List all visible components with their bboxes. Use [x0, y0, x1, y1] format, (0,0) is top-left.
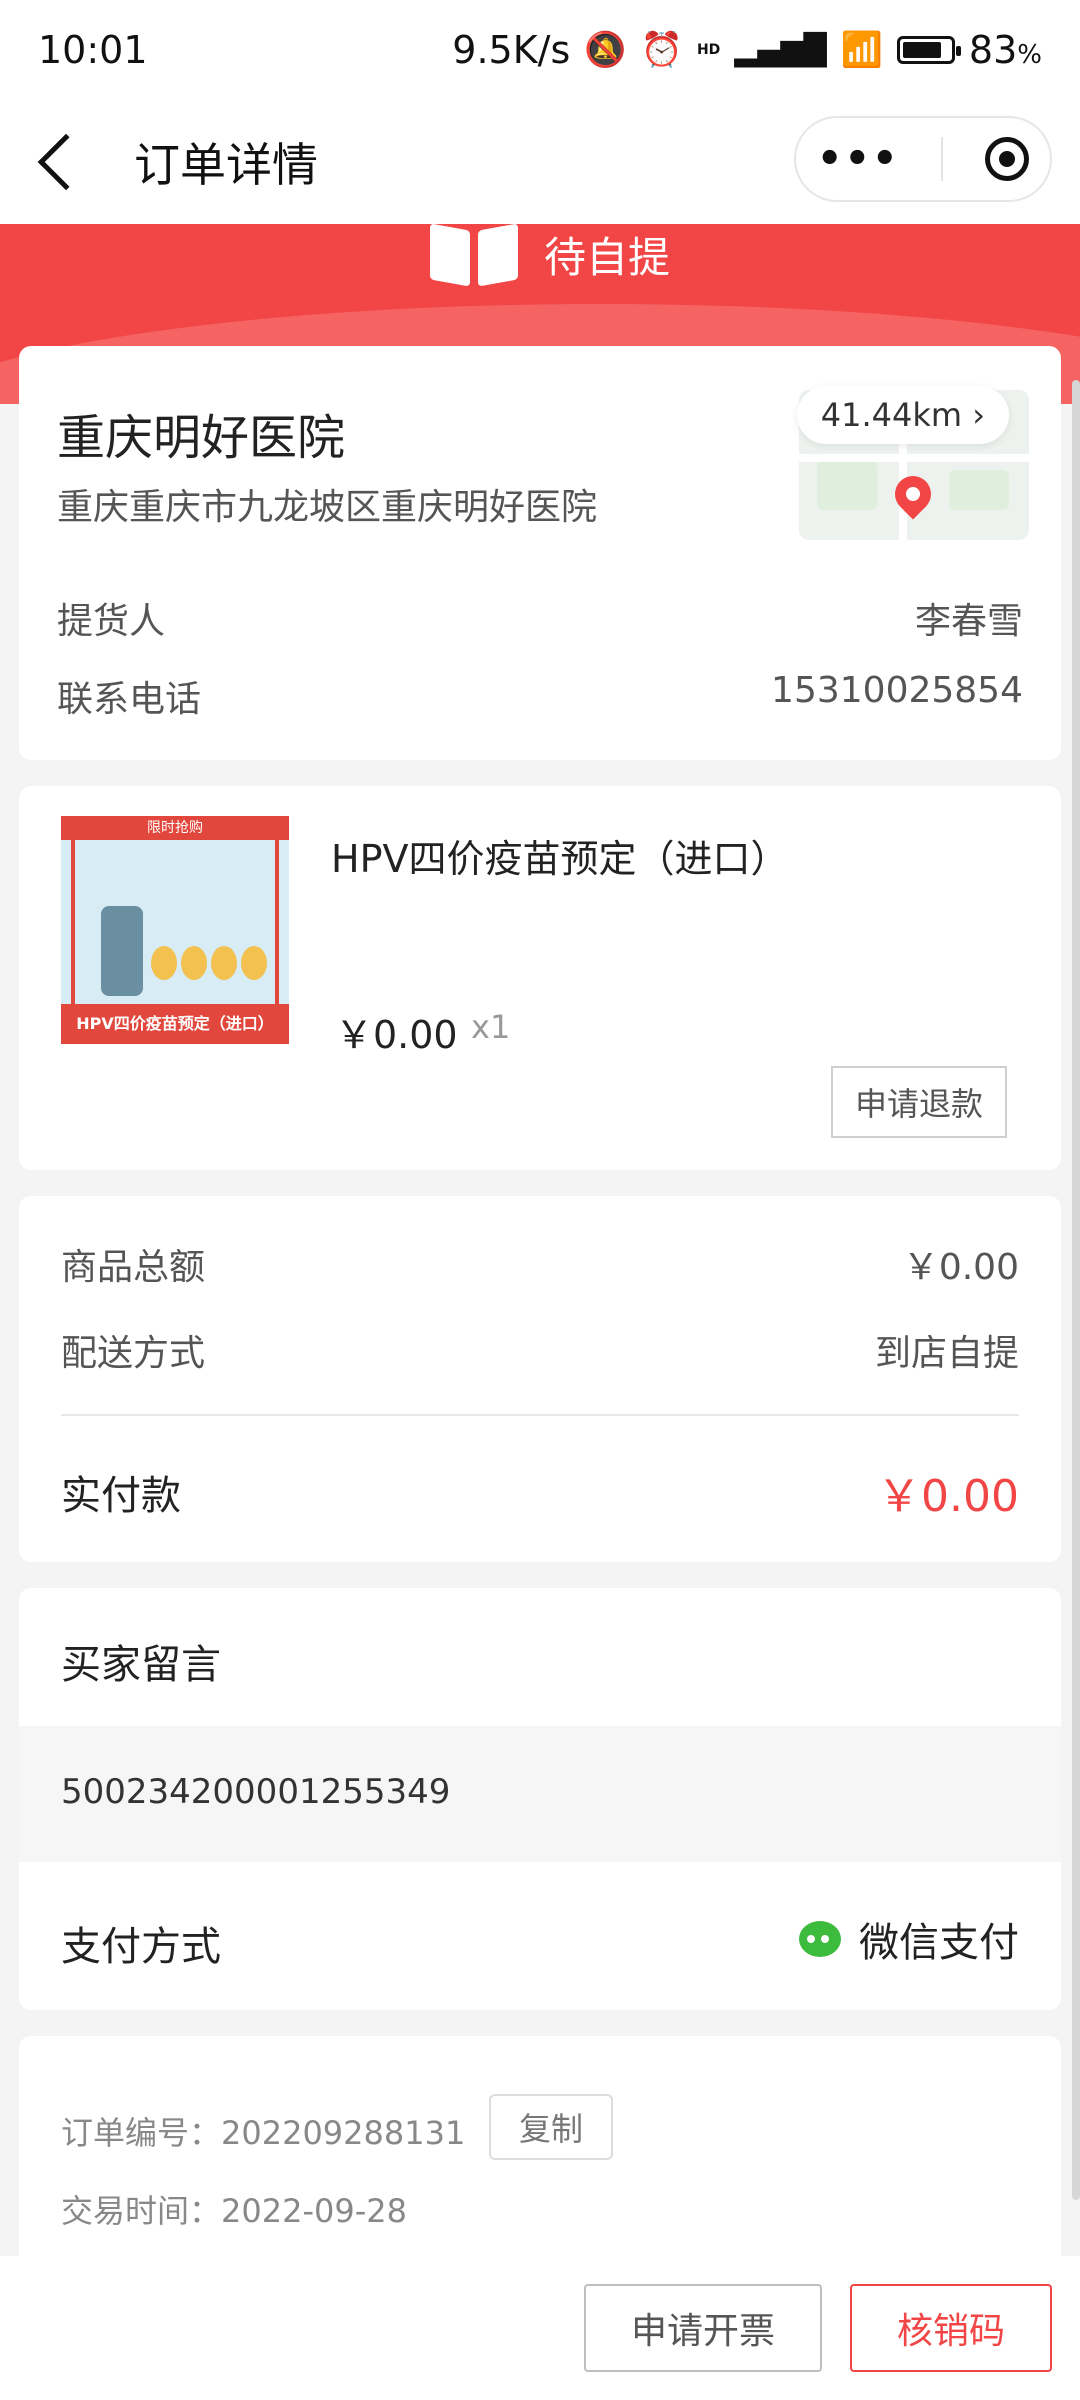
phone-value: 15310025854 — [771, 670, 1023, 711]
trade-time: 交易时间：2022-09-28 — [61, 2192, 407, 2230]
order-number: 订单编号：202209288131 — [61, 2114, 466, 2152]
banner-status: 待自提 — [430, 224, 671, 287]
battery-value: 83 — [968, 28, 1018, 72]
goods-total-value: ￥0.00 — [902, 1247, 1019, 1288]
status-icons: 9.5K/s 🔕 ⏰ HD ▂▄▆█ 📶 83% — [452, 28, 1042, 72]
wechat-pay-icon — [799, 1921, 841, 1957]
alarm-icon: ⏰ — [640, 30, 683, 70]
close-target-icon[interactable] — [985, 137, 1030, 181]
goods-total-row: 商品总额 ￥0.00 — [61, 1238, 1019, 1290]
payment-method-value: 微信支付 — [859, 1920, 1019, 1966]
thumb-bottom-text: HPV四价疫苗预定（进口） — [61, 1004, 289, 1044]
hospital-address: 重庆重庆市九龙坡区重庆明好医院 — [57, 487, 598, 528]
pickup-person-row: 提货人 李春雪 — [57, 592, 1023, 644]
network-speed: 9.5K/s — [452, 28, 571, 72]
hospital-name: 重庆明好医院 — [57, 410, 346, 466]
distance-value: 41.44km — [820, 396, 963, 434]
product-quantity: x1 — [471, 1008, 511, 1046]
apply-invoice-button[interactable]: 申请开票 — [584, 2284, 822, 2372]
delivery-value: 到店自提 — [874, 1333, 1019, 1374]
back-arrow-icon[interactable] — [37, 133, 95, 191]
buyer-message-box: 500234200001255349 — [19, 1726, 1061, 1862]
pickup-person-label: 提货人 — [57, 601, 166, 642]
nav-bar: 订单详情 ••• — [0, 100, 1080, 224]
copy-button[interactable]: 复制 — [489, 2094, 613, 2160]
wifi-icon: 📶 — [840, 30, 883, 70]
status-bar: 10:01 9.5K/s 🔕 ⏰ HD ▂▄▆█ 📶 83% — [0, 0, 1080, 100]
paid-label: 实付款 — [61, 1473, 181, 1519]
more-icon[interactable]: ••• — [817, 136, 900, 182]
thumb-top-text: 限时抢购 — [61, 816, 289, 840]
product-name: HPV四价疫苗预定（进口） — [331, 837, 789, 881]
signal-icon: ▂▄▆█ — [734, 32, 827, 68]
distance-pill[interactable]: 41.44km › — [796, 386, 1009, 444]
verification-code-button[interactable]: 核销码 — [850, 2284, 1052, 2372]
bottom-action-bar: 申请开票 核销码 — [0, 2256, 1080, 2400]
message-card: 买家留言 500234200001255349 支付方式 微信支付 — [19, 1588, 1061, 2010]
battery-fill — [902, 42, 942, 58]
summary-divider — [61, 1414, 1019, 1416]
payment-method-label: 支付方式 — [61, 1924, 221, 1970]
mute-bell-icon: 🔕 — [584, 30, 627, 70]
phone-label: 联系电话 — [57, 679, 202, 720]
pickup-person-value: 李春雪 — [914, 601, 1023, 642]
product-card: 限时抢购 HPV四价疫苗预定（进口） HPV四价疫苗预定（进口） ￥0.00 x… — [19, 786, 1061, 1170]
phone-row: 联系电话 15310025854 — [57, 670, 1023, 722]
order-info-card: 订单编号：202209288131 复制 交易时间：2022-09-28 — [19, 2036, 1061, 2256]
goods-total-label: 商品总额 — [61, 1247, 206, 1288]
status-time: 10:01 — [38, 28, 148, 72]
battery-unit: % — [1017, 40, 1042, 70]
delivery-label: 配送方式 — [61, 1333, 206, 1374]
chevron-right-icon: › — [972, 396, 985, 434]
capsule-divider — [941, 137, 944, 181]
payment-summary-card: 商品总额 ￥0.00 配送方式 到店自提 实付款 ￥0.00 — [19, 1196, 1061, 1562]
battery-icon — [896, 36, 961, 64]
buyer-message-title: 买家留言 — [61, 1642, 221, 1688]
product-price: ￥0.00 — [335, 1013, 458, 1057]
delivery-row: 配送方式 到店自提 — [61, 1324, 1019, 1376]
refund-button[interactable]: 申请退款 — [831, 1066, 1007, 1138]
mini-program-capsule: ••• — [794, 116, 1052, 202]
paid-row: 实付款 ￥0.00 — [61, 1460, 1019, 1524]
product-image[interactable]: 限时抢购 HPV四价疫苗预定（进口） — [61, 816, 289, 1044]
buyer-message-content: 500234200001255349 — [61, 1772, 451, 1812]
pickup-card: 重庆明好医院 重庆重庆市九龙坡区重庆明好医院 41.44km › 提货人 李春雪… — [19, 346, 1061, 760]
page-title: 订单详情 — [134, 138, 318, 192]
scrollbar[interactable] — [1072, 380, 1080, 2200]
hd-label: HD — [696, 42, 721, 58]
paid-value: ￥0.00 — [877, 1471, 1019, 1522]
battery-percent: 83% — [969, 28, 1042, 72]
pickup-box-icon — [430, 224, 518, 287]
order-status-text: 待自提 — [544, 233, 671, 282]
payment-method: 微信支付 — [799, 1910, 1019, 1968]
